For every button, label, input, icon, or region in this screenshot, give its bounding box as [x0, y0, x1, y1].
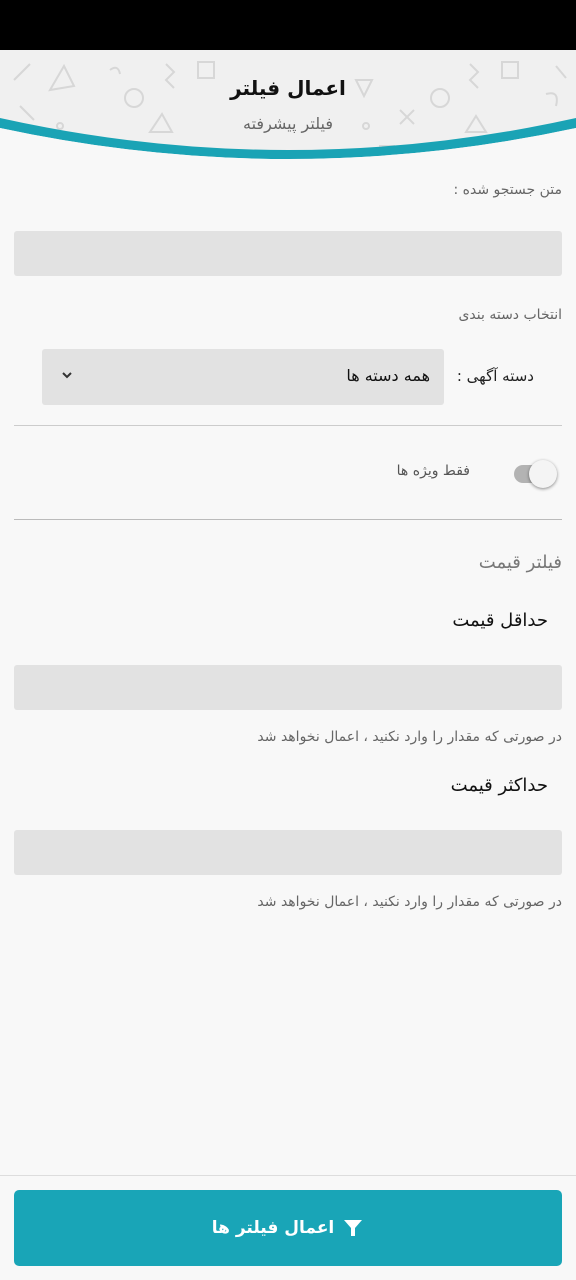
apply-filters-button[interactable]: اعمال فیلتر ها [14, 1190, 562, 1266]
min-price-input[interactable] [14, 665, 562, 710]
category-selected-value: همه دسته ها [346, 366, 430, 385]
bottom-divider [0, 1175, 576, 1176]
filter-icon [344, 1220, 363, 1236]
min-price-hint: در صورتی که مقدار را وارد نکنید ، اعمال … [257, 729, 562, 745]
header-background [0, 50, 576, 165]
search-text-label: متن جستجو شده : [453, 182, 563, 198]
divider [14, 425, 562, 426]
category-section-label: انتخاب دسته بندی [458, 307, 562, 323]
category-field-label: دسته آگهی : [456, 367, 534, 385]
chevron-down-icon [62, 372, 72, 379]
divider [14, 519, 562, 520]
category-select[interactable]: همه دسته ها [42, 349, 444, 405]
min-price-title: حداقل قیمت [452, 610, 548, 631]
featured-only-toggle[interactable] [512, 460, 560, 488]
max-price-input[interactable] [14, 830, 562, 875]
toggle-knob [529, 460, 557, 488]
header: اعمال فیلتر فیلتر پیشرفته [0, 50, 576, 165]
price-filter-title: فیلتر قیمت [478, 552, 562, 573]
apply-filters-label: اعمال فیلتر ها [211, 1218, 335, 1238]
search-text-input[interactable] [14, 231, 562, 276]
status-bar [0, 0, 576, 50]
featured-only-label: فقط ویژه ها [396, 463, 470, 479]
max-price-hint: در صورتی که مقدار را وارد نکنید ، اعمال … [257, 894, 562, 910]
page-title: اعمال فیلتر [230, 76, 346, 100]
max-price-title: حداکثر قیمت [450, 775, 548, 796]
page-subtitle: فیلتر پیشرفته [243, 114, 333, 133]
